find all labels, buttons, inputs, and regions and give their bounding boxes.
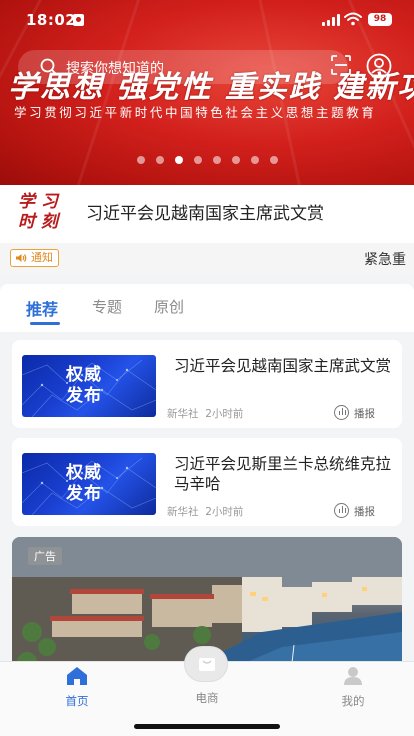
cellular-signal-icon <box>322 14 340 26</box>
carousel-dot[interactable] <box>269 156 278 164</box>
nav-mall[interactable]: 电商 <box>167 686 247 706</box>
wifi-icon <box>344 12 362 26</box>
audio-wave-icon <box>334 503 349 518</box>
broadcast-button[interactable]: 播报 <box>334 503 375 519</box>
status-time: 18:02 <box>26 11 77 29</box>
news-thumbnail: 权威 发布 <box>22 453 156 515</box>
news-meta: 新华社 2小时前 <box>167 406 243 421</box>
battery-indicator: 98 <box>368 13 392 26</box>
news-source: 新华社 <box>167 506 199 518</box>
scan-icon[interactable] <box>330 54 352 76</box>
tab-original[interactable]: 原创 <box>154 296 184 317</box>
carousel-dot[interactable] <box>231 156 240 164</box>
news-thumbnail: 权威 发布 <box>22 355 156 417</box>
news-meta: 新华社 2小时前 <box>167 504 243 519</box>
carousel-dot[interactable] <box>193 156 202 164</box>
lock-icon <box>73 14 84 26</box>
tab-topics[interactable]: 专题 <box>92 296 122 317</box>
carousel-dot[interactable] <box>250 156 259 164</box>
carousel-dot[interactable] <box>155 156 164 164</box>
hero-banner[interactable]: 18:02 98 学思想 强党性 重实践 建新功 学习贯彻习近平新时代中国特色社… <box>0 0 414 185</box>
search-placeholder: 搜索你想知道的 <box>66 61 164 77</box>
news-time: 2小时前 <box>205 408 244 420</box>
search-icon <box>40 58 58 76</box>
notice-scroll-text[interactable]: 紧急重 <box>364 249 406 269</box>
carousel-dot[interactable] <box>136 156 145 164</box>
carousel-dot[interactable] <box>174 156 183 164</box>
home-icon <box>67 667 87 685</box>
person-icon <box>344 667 362 685</box>
audio-wave-icon <box>334 405 349 420</box>
news-card[interactable]: 权威 发布 习近平会见越南国家主席武文赏 新华社 2小时前 播报 <box>12 340 402 428</box>
notice-tag: 通知 <box>10 249 59 267</box>
ad-badge: 广告 <box>28 547 62 565</box>
carousel-dots <box>0 156 414 164</box>
news-card[interactable]: 权威 发布 习近平会见斯里兰卡总统维克拉马辛哈 新华社 2小时前 播报 <box>12 438 402 526</box>
nav-mine[interactable]: 我的 <box>313 666 393 709</box>
active-tab-indicator <box>30 322 60 325</box>
home-indicator <box>134 724 280 729</box>
user-profile-icon[interactable] <box>366 53 392 79</box>
broadcast-button[interactable]: 播报 <box>334 405 375 421</box>
notice-bar[interactable]: 通知 紧急重 <box>0 243 414 275</box>
tab-recommend[interactable]: 推荐 <box>26 296 58 320</box>
headline-title[interactable]: 习近平会见越南国家主席武文赏 <box>86 199 324 224</box>
speaker-icon <box>16 254 27 262</box>
shopping-bag-icon <box>199 658 215 671</box>
mall-bubble-button[interactable] <box>184 646 228 682</box>
nav-home[interactable]: 首页 <box>37 666 117 709</box>
banner-subline: 学习贯彻习近平新时代中国特色社会主义思想主题教育 <box>14 105 377 120</box>
content-tabs: 推荐 专题 原创 <box>0 284 414 332</box>
news-time: 2小时前 <box>205 506 244 518</box>
news-title[interactable]: 习近平会见越南国家主席武文赏 <box>174 356 392 376</box>
news-title[interactable]: 习近平会见斯里兰卡总统维克拉马辛哈 <box>174 454 392 494</box>
search-bar[interactable]: 搜索你想知道的 <box>18 50 348 84</box>
news-source: 新华社 <box>167 408 199 420</box>
status-bar: 18:02 98 <box>0 0 414 40</box>
xuexi-shike-logo: 学 习 时 刻 <box>18 192 58 232</box>
carousel-dot[interactable] <box>212 156 221 164</box>
headline-strip[interactable]: 学 习 时 刻 习近平会见越南国家主席武文赏 <box>0 185 414 243</box>
